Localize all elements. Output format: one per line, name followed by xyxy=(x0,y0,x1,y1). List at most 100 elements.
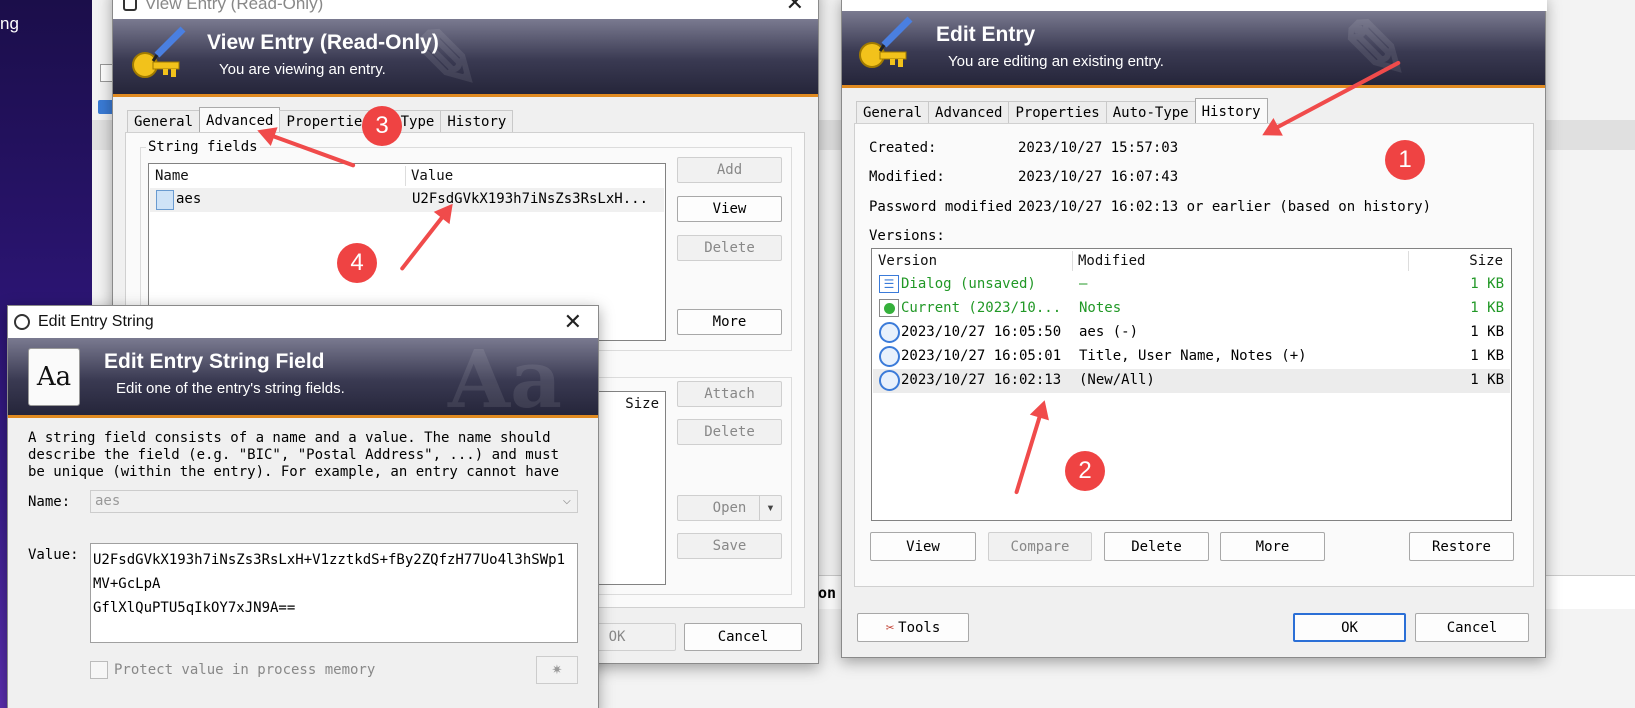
clock-icon xyxy=(879,322,900,343)
aa-icon: Aa xyxy=(28,348,80,406)
tab-history[interactable]: History xyxy=(1194,98,1268,123)
edit-string-titlebar: Edit Entry String ✕ xyxy=(8,306,598,338)
row-size: 1 KB xyxy=(1470,276,1504,292)
name-field[interactable]: aes ⌵ xyxy=(90,490,578,513)
value-line: GflXlQuPTU5qIkOY7xJN9A== xyxy=(93,600,296,616)
table-row[interactable]: 2023/10/27 16:02:13 (New/All) 1 KB xyxy=(873,369,1510,393)
table-row[interactable]: aes U2FsdGVkX193h7iNsZs3RsLxH... xyxy=(150,188,664,212)
value-line: MV+GcLpA xyxy=(93,576,161,592)
close-icon[interactable]: ✕ xyxy=(564,309,582,335)
protect-label: Protect value in process memory xyxy=(114,662,376,678)
clock-icon xyxy=(879,346,900,367)
open-label: Open xyxy=(712,500,747,516)
annotation-badge: 2 xyxy=(1065,451,1105,491)
more-button[interactable]: More xyxy=(1220,532,1325,561)
view-entry-tabs: General Advanced Propertie to-Type Histo… xyxy=(127,107,514,132)
versions-list[interactable]: Version Modified Size ☰ Dialog (unsaved)… xyxy=(871,248,1512,521)
view-entry-titlebar: View Entry (Read-Only) ✕ xyxy=(113,0,818,19)
edit-string-banner-subtitle: Edit one of the entry's string fields. xyxy=(116,380,345,397)
view-entry-banner: ✎ View Entry (Read-Only) You are viewing… xyxy=(113,19,818,97)
edit-string-banner: Aa Aa Edit Entry String Field Edit one o… xyxy=(8,338,598,418)
edit-entry-banner-subtitle: You are editing an existing entry. xyxy=(948,53,1164,70)
description-text: A string field consists of a name and a … xyxy=(28,430,560,480)
tab-auto-type[interactable]: Auto-Type xyxy=(1105,101,1196,123)
delete-button[interactable]: Delete xyxy=(1104,532,1209,561)
row-version: 2023/10/27 16:02:13 xyxy=(901,372,1062,388)
tools-icon: ✂ xyxy=(885,619,895,636)
password-modified-label: Password modified xyxy=(869,199,1013,215)
row-modified: Notes xyxy=(1079,300,1122,316)
close-icon[interactable]: ✕ xyxy=(786,0,804,16)
delete-button[interactable]: Delete xyxy=(677,235,782,261)
row-version: 2023/10/27 16:05:50 xyxy=(901,324,1062,340)
generator-icon[interactable]: ✷ xyxy=(536,656,578,684)
column-separator xyxy=(1408,251,1409,271)
attachment-open-button[interactable]: Open ▾ xyxy=(677,495,782,521)
edit-entry-titlebar xyxy=(842,0,1547,11)
value-line: U2FsdGVkX193h7iNsZs3RsLxH+V1zztkdS+fBy2Z… xyxy=(93,552,566,568)
table-row[interactable]: 2023/10/27 16:05:50 aes (-) 1 KB xyxy=(873,321,1510,345)
view-button[interactable]: View xyxy=(677,196,782,222)
tab-properties[interactable]: Properties xyxy=(1008,101,1107,123)
name-value: aes xyxy=(95,493,121,509)
row-name: aes xyxy=(176,191,202,207)
compare-button[interactable]: Compare xyxy=(988,532,1092,561)
restore-button[interactable]: Restore xyxy=(1409,532,1514,561)
row-size: 1 KB xyxy=(1470,300,1504,316)
edit-entry-string-window: Edit Entry String ✕ Aa Aa Edit Entry Str… xyxy=(7,305,599,708)
modified-value: 2023/10/27 16:07:43 xyxy=(1018,169,1179,185)
tools-label: Tools xyxy=(898,619,941,636)
clock-icon xyxy=(879,370,900,391)
view-entry-titlebar-title: View Entry (Read-Only) xyxy=(145,0,324,13)
table-row[interactable]: ☰ Dialog (unsaved) — 1 KB xyxy=(873,273,1510,297)
tab-general[interactable]: General xyxy=(856,101,930,123)
tab-properties[interactable]: Propertie xyxy=(279,110,370,132)
attachment-delete-button[interactable]: Delete xyxy=(677,419,782,445)
row-modified: — xyxy=(1079,276,1088,292)
row-size: 1 KB xyxy=(1470,372,1504,388)
cancel-button[interactable]: Cancel xyxy=(1415,613,1529,642)
created-value: 2023/10/27 15:57:03 xyxy=(1018,140,1179,156)
row-version: Current (2023/10... xyxy=(901,300,1062,316)
row-version: Dialog (unsaved) xyxy=(901,276,1036,292)
column-header-size[interactable]: Size xyxy=(625,396,659,412)
attach-button[interactable]: Attach xyxy=(677,381,782,407)
row-modified: aes (-) xyxy=(1079,324,1139,340)
row-size: 1 KB xyxy=(1470,324,1504,340)
string-fields-label: String fields xyxy=(146,139,260,155)
value-textarea[interactable]: U2FsdGVkX193h7iNsZs3RsLxH+V1zztkdS+fBy2Z… xyxy=(90,543,578,643)
column-header-value[interactable]: Value xyxy=(411,168,453,184)
column-header-name[interactable]: Name xyxy=(155,168,189,184)
column-header-size[interactable]: Size xyxy=(1469,253,1503,269)
tab-general[interactable]: General xyxy=(127,110,201,132)
tab-history[interactable]: History xyxy=(440,110,514,132)
ok-button[interactable]: OK xyxy=(1293,613,1406,642)
key-pen-icon xyxy=(132,26,186,78)
keepass-icon xyxy=(123,0,137,11)
column-header-modified[interactable]: Modified xyxy=(1078,253,1145,269)
protect-checkbox[interactable] xyxy=(90,661,108,679)
add-button[interactable]: Add xyxy=(677,157,782,183)
edit-string-banner-title: Edit Entry String Field xyxy=(104,350,325,373)
password-modified-value: 2023/10/27 16:02:13 or earlier (based on… xyxy=(1018,199,1432,215)
edit-string-titlebar-title: Edit Entry String xyxy=(38,313,154,330)
column-header-version[interactable]: Version xyxy=(878,253,937,269)
annotation-badge: 4 xyxy=(337,243,377,283)
current-icon xyxy=(879,299,899,317)
view-button[interactable]: View xyxy=(870,532,976,561)
name-label: Name: xyxy=(28,494,71,510)
tab-advanced[interactable]: Advanced xyxy=(928,101,1010,123)
banner-watermark: Aa xyxy=(448,338,562,418)
annotation-badge: 1 xyxy=(1385,140,1425,180)
attachment-save-button[interactable]: Save xyxy=(677,533,782,559)
chevron-down-icon[interactable]: ▾ xyxy=(759,496,781,520)
cancel-button[interactable]: Cancel xyxy=(684,623,802,651)
row-modified: Title, User Name, Notes (+) xyxy=(1079,348,1307,364)
table-row[interactable]: 2023/10/27 16:05:01 Title, User Name, No… xyxy=(873,345,1510,369)
table-row[interactable]: Current (2023/10... Notes 1 KB xyxy=(873,297,1510,321)
column-separator xyxy=(405,166,406,186)
tools-button[interactable]: ✂ Tools xyxy=(857,613,969,642)
more-button[interactable]: More xyxy=(677,309,782,335)
chevron-down-icon[interactable]: ⌵ xyxy=(563,492,571,508)
column-separator xyxy=(1072,251,1073,271)
